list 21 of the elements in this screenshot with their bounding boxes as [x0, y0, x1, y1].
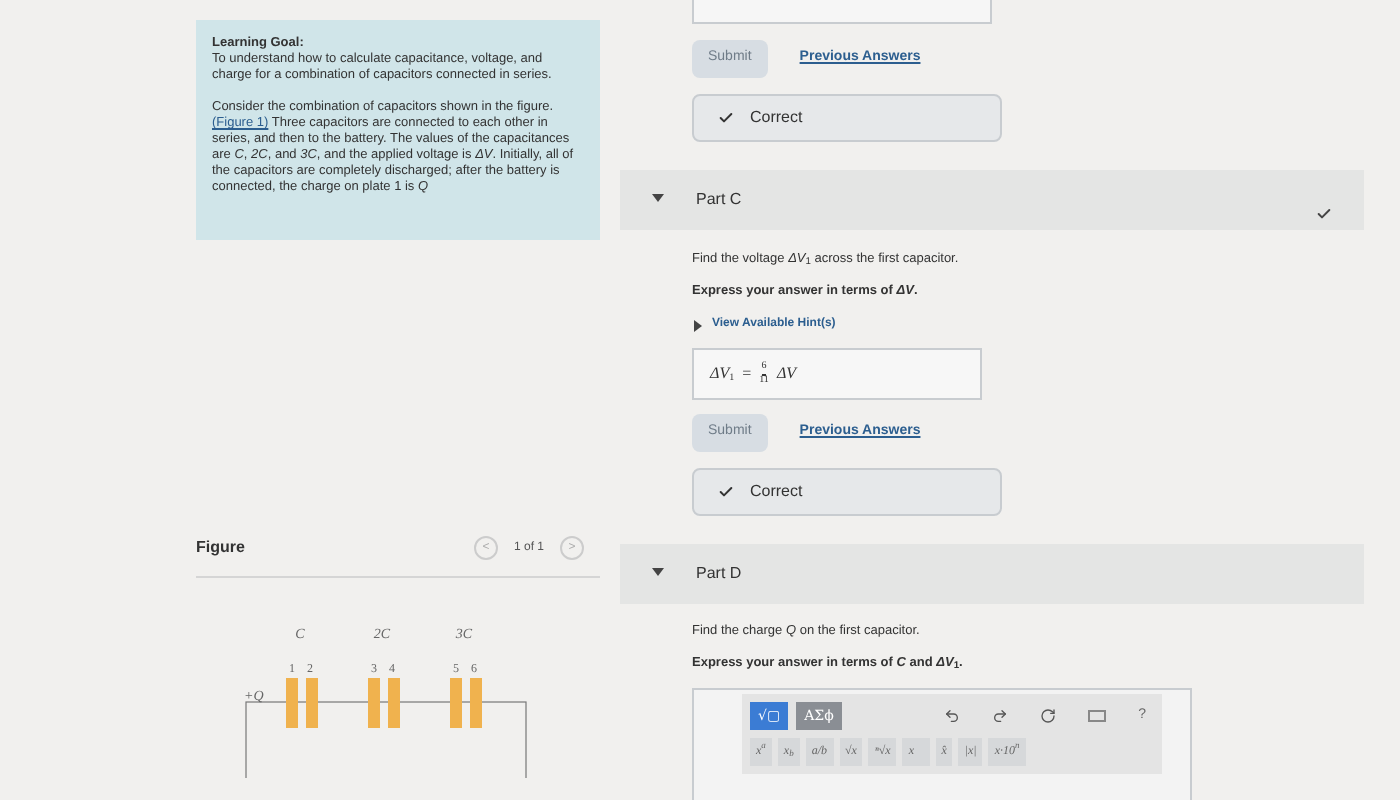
- undo-icon[interactable]: [944, 708, 961, 724]
- part-header[interactable]: Part D: [620, 543, 1364, 603]
- part-title: Part C: [696, 187, 742, 211]
- check-icon: [718, 109, 734, 125]
- equals-sign: =: [742, 362, 752, 386]
- check-icon: [1316, 205, 1332, 221]
- part-title: Part D: [696, 561, 742, 585]
- check-icon: [718, 483, 734, 499]
- caret-icon: [652, 191, 664, 203]
- answer-rhs: ΔV: [776, 362, 797, 386]
- feedback-text: Correct: [750, 479, 803, 503]
- reset-icon[interactable]: [1040, 708, 1057, 724]
- answer-lhs: ΔV$_{1}$: [710, 362, 735, 386]
- answer-field[interactable]: [692, 0, 992, 24]
- figure-title: Figure: [196, 536, 245, 560]
- caret-icon: [652, 565, 664, 577]
- caret-icon: [692, 319, 704, 331]
- redo-icon[interactable]: [992, 708, 1009, 724]
- keyboard-icon[interactable]: [1088, 710, 1107, 722]
- part-header[interactable]: Part C: [620, 169, 1364, 229]
- feedback-text: Correct: [750, 105, 803, 129]
